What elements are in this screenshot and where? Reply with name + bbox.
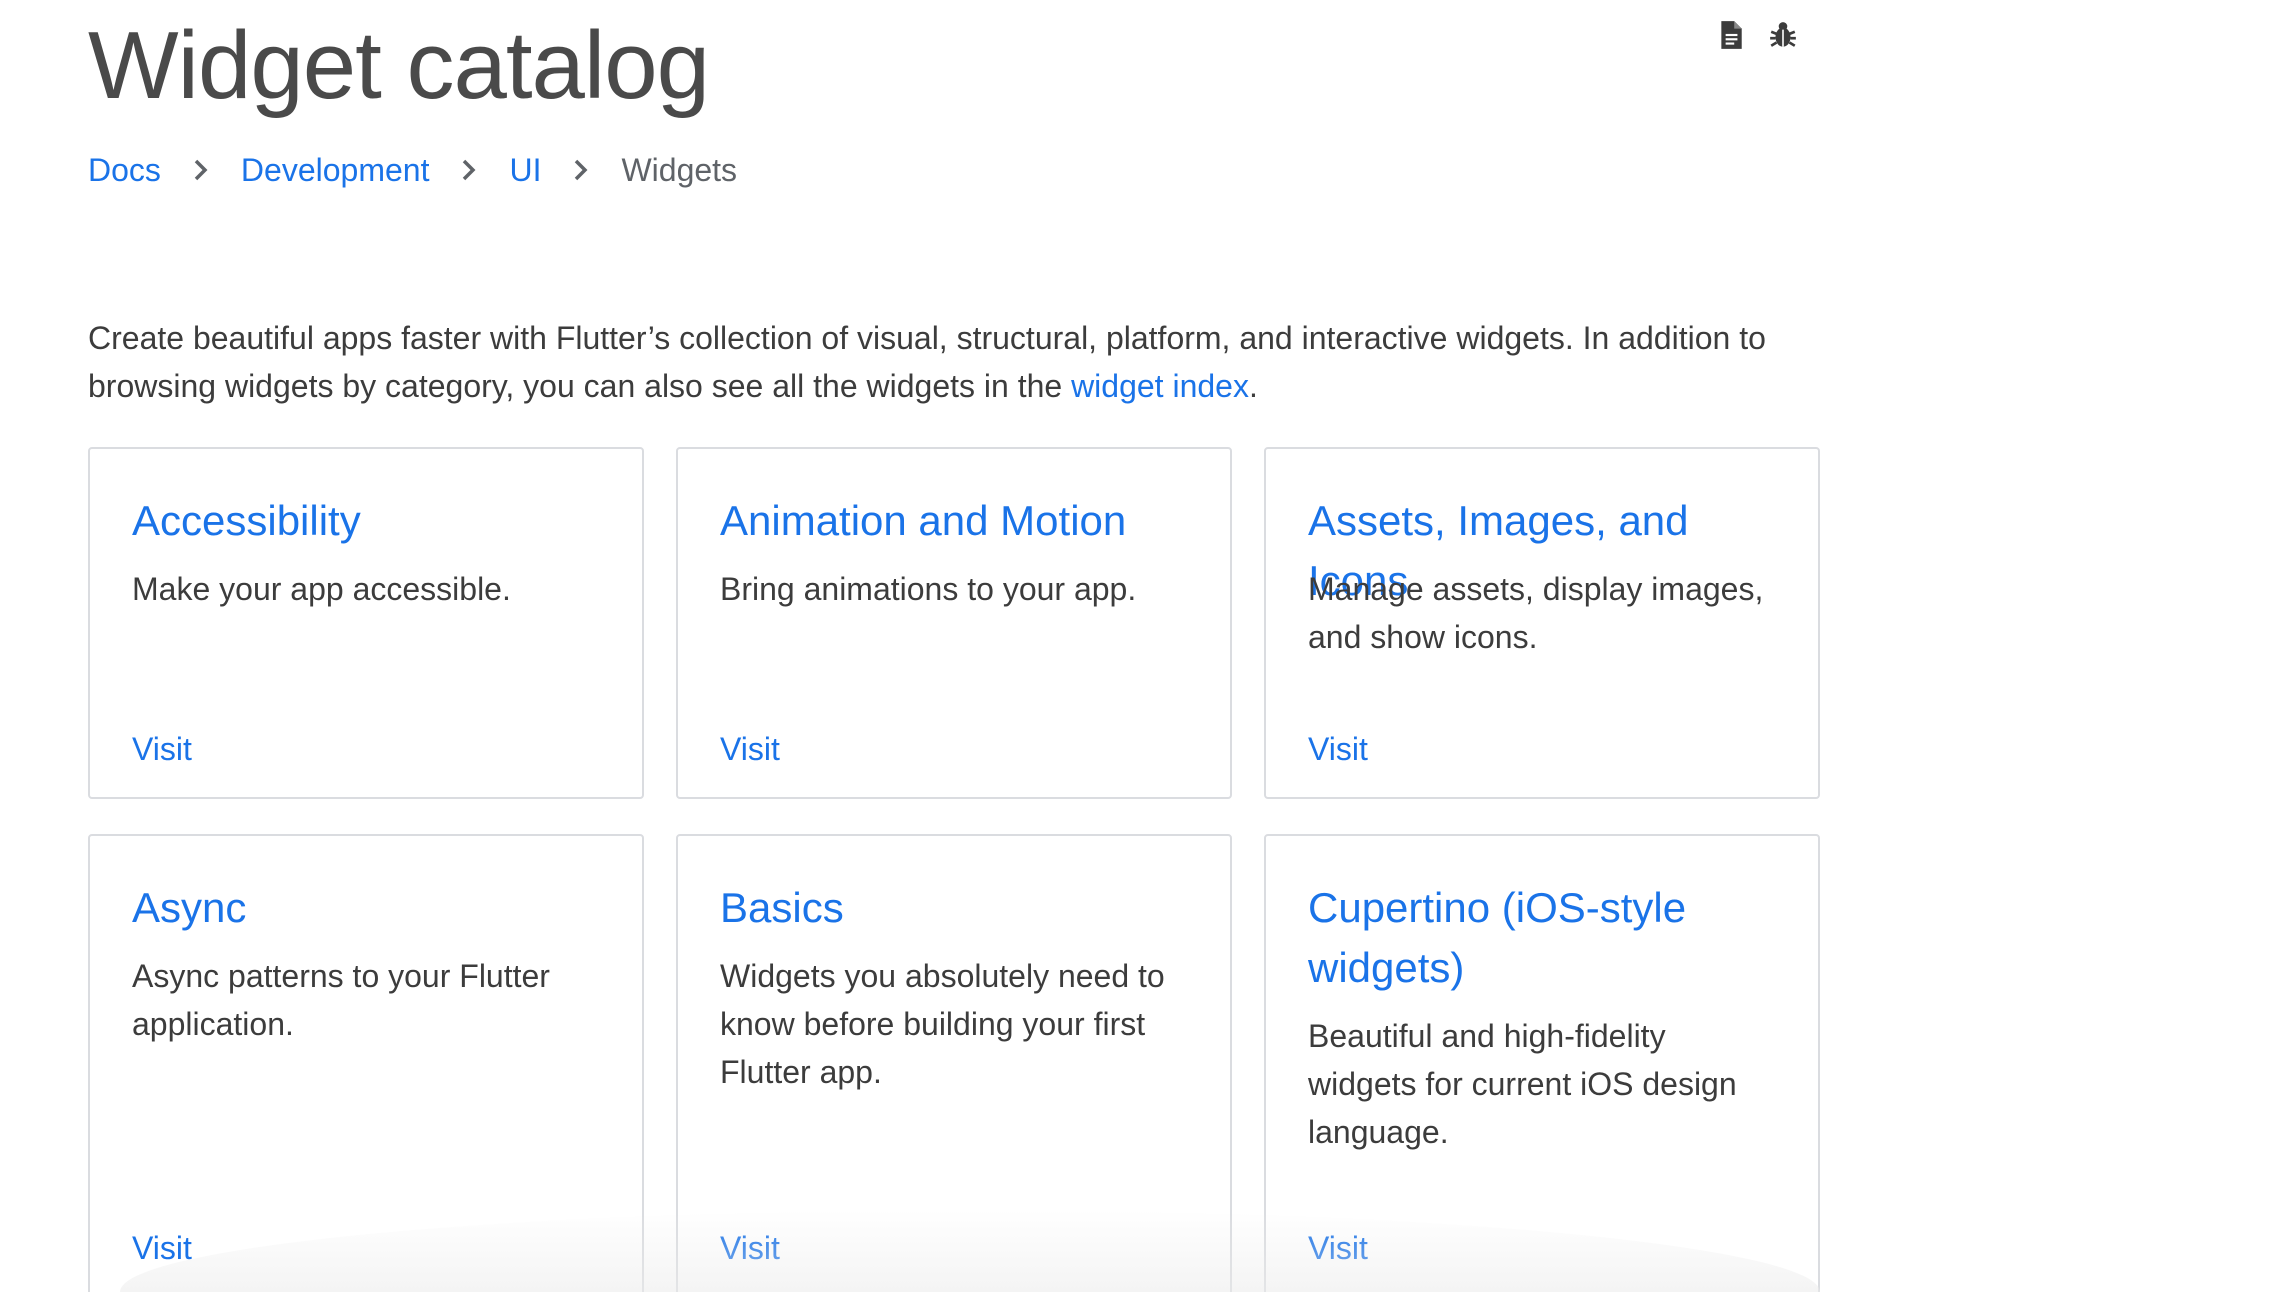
page: Widget catalog Docs Development UI Widge… [0, 0, 2270, 1292]
breadcrumb: Docs Development UI Widgets [88, 148, 737, 192]
card-description: Beautiful and high-fidelity widgets for … [1308, 1018, 1737, 1150]
visit-link[interactable]: Visit [132, 1226, 192, 1270]
card-description: Make your app accessible. [132, 571, 511, 607]
catalog-card: Animation and Motion Bring animations to… [676, 447, 1232, 799]
catalog-card: Assets, Images, and Icons Manage assets,… [1264, 447, 1820, 799]
card-title[interactable]: Accessibility [132, 491, 612, 551]
catalog-card: Async Async patterns to your Flutter app… [88, 834, 644, 1292]
breadcrumb-ui[interactable]: UI [509, 148, 541, 192]
widget-index-link[interactable]: widget index [1071, 368, 1249, 404]
card-title[interactable]: Animation and Motion [720, 491, 1200, 551]
chevron-right-icon [185, 154, 217, 186]
card-title[interactable]: Cupertino (iOS-style widgets) [1308, 878, 1758, 998]
card-description: Async patterns to your Flutter applicati… [132, 958, 550, 1042]
card-description: Widgets you absolutely need to know befo… [720, 958, 1165, 1090]
page-actions [1714, 18, 1800, 52]
visit-link[interactable]: Visit [1308, 727, 1368, 771]
visit-link[interactable]: Visit [720, 1226, 780, 1270]
breadcrumb-docs[interactable]: Docs [88, 148, 161, 192]
card-description: Bring animations to your app. [720, 571, 1137, 607]
catalog-card: Cupertino (iOS-style widgets) Beautiful … [1264, 834, 1820, 1292]
visit-link[interactable]: Visit [720, 727, 780, 771]
catalog-card: Basics Widgets you absolutely need to kn… [676, 834, 1232, 1292]
catalog-card: Accessibility Make your app accessible. … [88, 447, 644, 799]
report-issue-icon[interactable] [1766, 18, 1800, 52]
chevron-right-icon [565, 154, 597, 186]
visit-link[interactable]: Visit [1308, 1226, 1368, 1270]
page-title: Widget catalog [88, 12, 710, 119]
card-description: Manage assets, display images, and show … [1308, 571, 1764, 655]
view-source-icon[interactable] [1714, 18, 1748, 52]
breadcrumb-current: Widgets [621, 152, 738, 188]
card-title[interactable]: Basics [720, 878, 1200, 938]
breadcrumb-development[interactable]: Development [241, 148, 430, 192]
card-title[interactable]: Async [132, 878, 612, 938]
intro-text: Create beautiful apps faster with Flutte… [88, 320, 1766, 404]
intro-paragraph: Create beautiful apps faster with Flutte… [88, 314, 1828, 410]
chevron-right-icon [453, 154, 485, 186]
visit-link[interactable]: Visit [132, 727, 192, 771]
intro-text-end: . [1248, 368, 1258, 404]
